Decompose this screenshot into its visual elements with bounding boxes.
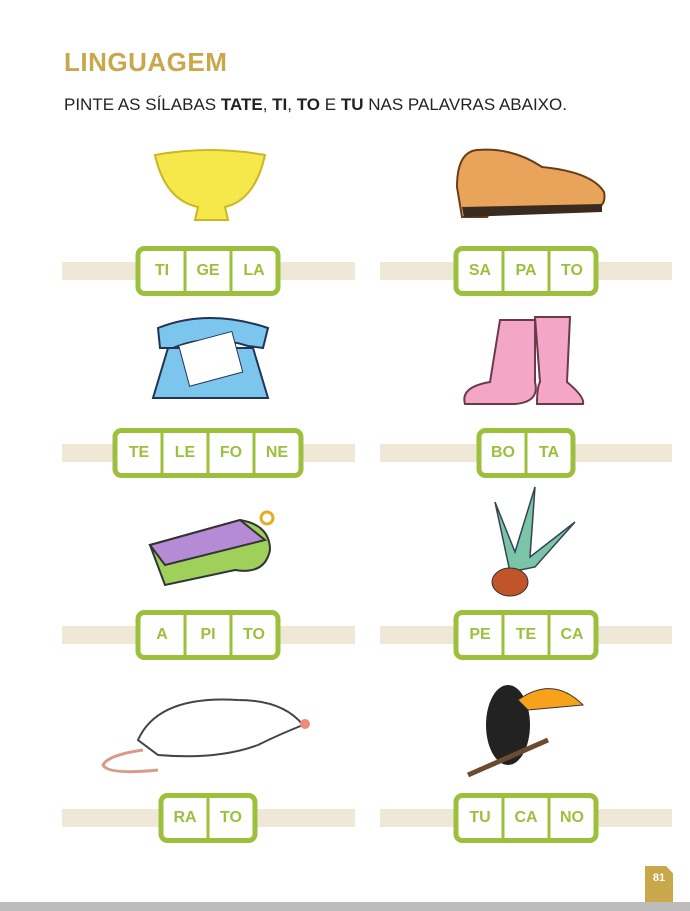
syllable-box-shoe: SA PA TO <box>453 246 599 296</box>
syllable-cell[interactable]: TI <box>141 251 184 291</box>
syllable-box-rat: RA TO <box>158 793 258 843</box>
syllable-cell[interactable]: BO <box>482 433 525 473</box>
syllable-cell[interactable]: CA <box>547 615 594 655</box>
telephone-picture <box>151 317 270 399</box>
shuttlecock-picture <box>491 486 576 597</box>
section-title: LINGUAGEM <box>64 47 228 77</box>
syllable-cell[interactable]: LE <box>160 433 207 473</box>
syllable-cell[interactable]: SA <box>459 251 502 291</box>
syllable-cell[interactable]: TO <box>547 251 594 291</box>
whistle-picture <box>148 510 275 587</box>
syllable-cell[interactable]: LA <box>229 251 276 291</box>
footer-bar <box>0 902 690 911</box>
syllable-cell[interactable]: A <box>141 615 184 655</box>
page-number: 81 <box>645 866 673 902</box>
syllable-cell[interactable]: TE <box>501 615 548 655</box>
rat-picture <box>101 698 310 774</box>
syllable-cell[interactable]: PA <box>501 251 548 291</box>
syllable-cell[interactable]: TO <box>229 615 276 655</box>
syllable-cell[interactable]: RA <box>164 798 207 838</box>
syllable-cell[interactable]: FO <box>206 433 253 473</box>
syllable-cell[interactable]: NO <box>547 798 594 838</box>
bowl-picture <box>153 149 267 221</box>
shoe-picture <box>455 148 606 218</box>
workbook-page: LINGUAGEM PINTE AS SÍLABAS TATE, TI, TO … <box>0 0 690 911</box>
syllable-box-whistle: A PI TO <box>135 610 281 660</box>
syllable-cell[interactable]: PE <box>459 615 502 655</box>
syllable-cell[interactable]: TE <box>118 433 161 473</box>
syllable-box-bowl: TI GE LA <box>135 246 281 296</box>
syllable-cell[interactable]: TU <box>459 798 502 838</box>
syllable-cell[interactable]: NE <box>252 433 299 473</box>
boots-picture <box>463 316 585 405</box>
toucan-picture <box>466 685 585 778</box>
instruction: PINTE AS SÍLABAS TATE, TI, TO E TU NAS P… <box>64 95 567 114</box>
syllable-box-boots: BO TA <box>476 428 576 478</box>
syllable-cell[interactable]: CA <box>501 798 548 838</box>
syllable-cell[interactable]: PI <box>183 615 230 655</box>
syllable-cell[interactable]: TO <box>206 798 253 838</box>
syllable-cell[interactable]: TA <box>524 433 571 473</box>
syllable-cell[interactable]: GE <box>183 251 230 291</box>
syllable-box-telephone: TE LE FO NE <box>112 428 304 478</box>
syllable-box-toucan: TU CA NO <box>453 793 599 843</box>
syllable-box-shuttlecock: PE TE CA <box>453 610 599 660</box>
